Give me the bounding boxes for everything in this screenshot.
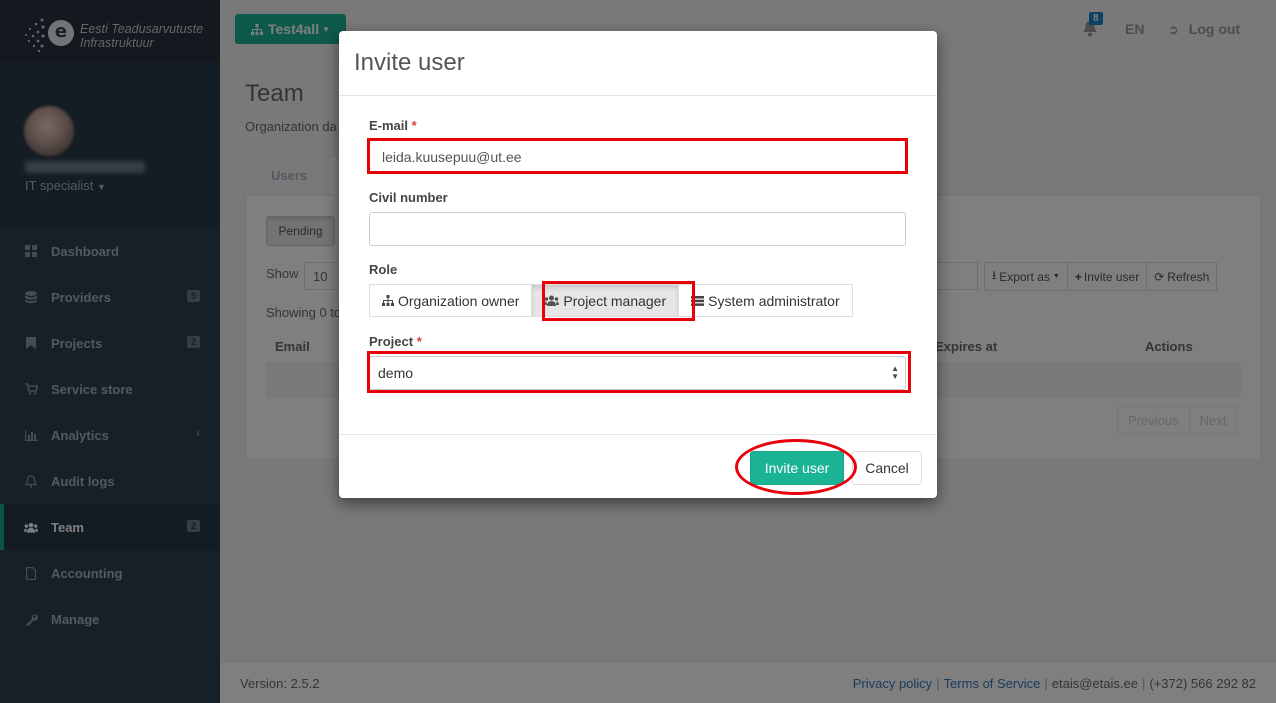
server-icon — [691, 295, 705, 306]
modal-header: Invite user — [339, 31, 937, 96]
email-label-text: E-mail — [369, 118, 409, 133]
required-marker: * — [416, 334, 422, 349]
sitemap-icon — [382, 295, 394, 306]
role-label-text: Project manager — [563, 292, 667, 309]
project-label-text: Project — [369, 334, 414, 349]
role-selector: Organization owner Project manager Syste… — [369, 284, 853, 317]
email-field[interactable] — [369, 140, 906, 174]
role-label-text: System administrator — [708, 292, 840, 309]
required-marker: * — [411, 118, 417, 133]
civil-number-field[interactable] — [369, 212, 906, 246]
role-organization-owner-button[interactable]: Organization owner — [369, 284, 533, 317]
invite-user-dialog: Invite user E-mail * Civil number Role O… — [339, 31, 937, 498]
role-label-text: Organization owner — [398, 292, 520, 309]
role-label: Role — [369, 262, 398, 277]
project-selected-value: demo — [378, 365, 414, 381]
invite-user-submit-button[interactable]: Invite user — [750, 451, 844, 485]
email-label: E-mail * — [369, 118, 417, 133]
role-system-administrator-button[interactable]: System administrator — [679, 284, 853, 317]
role-project-manager-button[interactable]: Project manager — [532, 284, 680, 317]
civil-number-label: Civil number — [369, 190, 448, 205]
modal-title: Invite user — [354, 49, 465, 76]
cancel-button[interactable]: Cancel — [852, 451, 922, 485]
users-icon — [544, 295, 560, 306]
project-label: Project * — [369, 334, 422, 349]
select-arrows-icon: ▲ ▼ — [891, 364, 899, 381]
project-select[interactable]: demo ▲ ▼ — [369, 356, 906, 390]
modal-footer: Invite user Cancel — [339, 434, 937, 498]
